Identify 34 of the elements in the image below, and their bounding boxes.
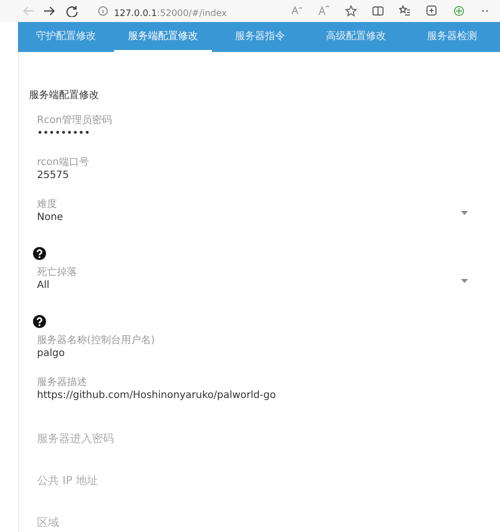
info-icon bbox=[98, 6, 108, 16]
field-label: Rcon管理员密码 bbox=[37, 115, 113, 127]
input-field[interactable]: 区域 bbox=[37, 516, 59, 529]
nav-tab[interactable]: 服务器指令 bbox=[212, 22, 308, 52]
split-screen-icon[interactable] bbox=[372, 5, 384, 17]
form-title: 服务端配置修改 bbox=[29, 88, 100, 103]
input-value[interactable]: palgo bbox=[37, 347, 500, 360]
input-field[interactable]: 公共 IP 地址 bbox=[37, 474, 98, 487]
select-value[interactable]: None bbox=[37, 211, 500, 224]
help-icon bbox=[33, 247, 46, 260]
field-label: 服务器名称(控制台用户名) bbox=[37, 335, 156, 347]
nav-tab[interactable]: 守护配置修改 bbox=[18, 22, 114, 52]
nav-tab[interactable]: 服务器检测 bbox=[404, 22, 500, 52]
refresh-icon[interactable] bbox=[66, 5, 78, 17]
input-value[interactable]: https://github.com/Hoshinonyaruko/palworld-go bbox=[37, 389, 500, 402]
select-value[interactable]: All bbox=[37, 279, 500, 292]
field-label: rcon端口号 bbox=[37, 157, 90, 169]
forward-icon[interactable] bbox=[44, 5, 56, 17]
favorites-icon[interactable] bbox=[399, 5, 411, 17]
read-aloud-icon[interactable] bbox=[291, 5, 303, 17]
text-size-icon[interactable] bbox=[318, 5, 330, 17]
field-label: 难度 bbox=[37, 199, 58, 211]
nav-tab[interactable]: 服务端配置修改 bbox=[114, 22, 212, 52]
nav-tab[interactable]: 高级配置修改 bbox=[308, 22, 404, 52]
caret-icon bbox=[461, 279, 468, 283]
help-icon bbox=[33, 315, 46, 328]
input-value[interactable]: 25575 bbox=[37, 169, 500, 182]
input-field[interactable]: 服务器进入密码 bbox=[37, 432, 114, 445]
star-icon[interactable] bbox=[345, 5, 357, 17]
field-label: 服务器描述 bbox=[37, 377, 88, 389]
caret-icon bbox=[461, 211, 468, 215]
field-label: 死亡掉落 bbox=[37, 267, 78, 279]
input-value[interactable]: ••••••••• bbox=[37, 127, 500, 140]
collections-icon[interactable] bbox=[426, 5, 438, 17]
